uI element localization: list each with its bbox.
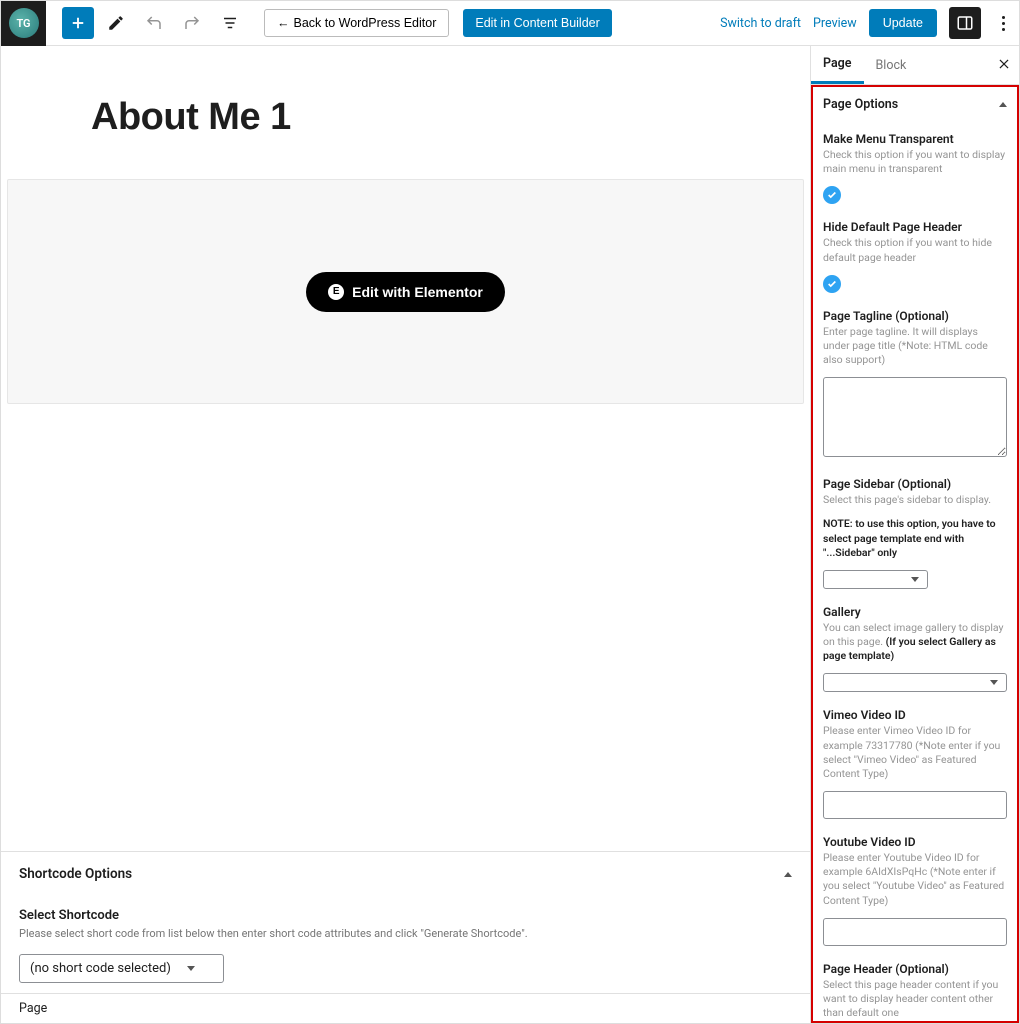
edit-mode-button[interactable] (100, 7, 132, 39)
page-sidebar-title: Page Sidebar (Optional) (823, 477, 1007, 491)
plus-icon (69, 14, 87, 32)
gallery-select[interactable] (823, 673, 1007, 692)
switch-to-draft-link[interactable]: Switch to draft (720, 16, 801, 31)
hide-header-desc: Check this option if you want to hide de… (823, 236, 1007, 264)
sidebar-icon (956, 14, 974, 32)
undo-icon (145, 14, 163, 32)
preview-link[interactable]: Preview (813, 16, 857, 31)
close-sidebar-button[interactable] (997, 56, 1011, 75)
opt-hide-header: Hide Default Page Header Check this opti… (813, 210, 1017, 298)
make-transparent-title: Make Menu Transparent (823, 132, 1007, 146)
check-icon (827, 279, 837, 289)
opt-tagline: Page Tagline (Optional) Enter page tagli… (813, 299, 1017, 468)
redo-icon (183, 14, 201, 32)
page-options-section: Page Options Make Menu Transparent Check… (811, 85, 1019, 1023)
arrow-left-icon: ← (277, 16, 290, 30)
add-block-button[interactable] (62, 7, 94, 39)
chevron-down-icon (187, 966, 195, 971)
site-logo[interactable]: TG (1, 1, 46, 46)
back-label: Back to WordPress Editor (294, 16, 437, 30)
tab-page[interactable]: Page (811, 46, 864, 84)
settings-panel-toggle[interactable] (949, 7, 981, 39)
page-options-header[interactable]: Page Options (813, 87, 1017, 122)
select-shortcode-desc: Please select short code from list below… (19, 927, 792, 940)
outline-icon (221, 14, 239, 32)
logo-icon: TG (9, 8, 39, 38)
page-sidebar-note: NOTE: to use this option, you have to se… (823, 517, 1007, 560)
content-builder-button[interactable]: Edit in Content Builder (463, 9, 611, 37)
shortcode-options-panel: Shortcode Options Select Shortcode Pleas… (1, 851, 810, 993)
tagline-title: Page Tagline (Optional) (823, 309, 1007, 323)
page-header-title: Page Header (Optional) (823, 962, 1007, 976)
shortcode-panel-title: Shortcode Options (19, 866, 132, 882)
elementor-icon: E (328, 284, 344, 300)
topbar: TG ← Back to WordPress Editor Edit in Co… (1, 1, 1019, 46)
close-icon (997, 57, 1011, 71)
settings-sidebar: Page Block Page Options Make Menu Transp… (810, 46, 1019, 1023)
page-sidebar-select[interactable] (823, 570, 928, 589)
elementor-placeholder: E Edit with Elementor (7, 179, 804, 404)
gallery-desc: You can select image gallery to display … (823, 621, 1007, 664)
canvas-body: About Me 1 E Edit with Elementor (1, 46, 810, 851)
shortcode-select[interactable]: (no short code selected) (19, 954, 224, 983)
tagline-desc: Enter page tagline. It will displays und… (823, 325, 1007, 368)
page-title[interactable]: About Me 1 (91, 96, 810, 139)
hide-header-checkbox[interactable] (823, 275, 841, 293)
sidebar-tabs: Page Block (811, 46, 1019, 85)
opt-page-sidebar: Page Sidebar (Optional) Select this page… (813, 467, 1017, 595)
app-root: TG ← Back to WordPress Editor Edit in Co… (0, 0, 1020, 1024)
opt-gallery: Gallery You can select image gallery to … (813, 595, 1017, 699)
shortcode-panel-header[interactable]: Shortcode Options (19, 866, 792, 882)
editor-canvas: About Me 1 E Edit with Elementor Shortco… (1, 46, 810, 1023)
undo-button[interactable] (138, 7, 170, 39)
chevron-down-icon (990, 680, 998, 685)
make-transparent-checkbox[interactable] (823, 186, 841, 204)
page-options-title: Page Options (823, 97, 898, 112)
vimeo-desc: Please enter Vimeo Video ID for example … (823, 724, 1007, 781)
breadcrumb-footer[interactable]: Page (1, 993, 810, 1023)
vimeo-input[interactable] (823, 791, 1007, 819)
youtube-input[interactable] (823, 918, 1007, 946)
tab-block[interactable]: Block (864, 48, 919, 83)
update-button[interactable]: Update (869, 9, 937, 37)
chevron-down-icon (911, 577, 919, 582)
more-options-button[interactable] (993, 16, 1013, 31)
chevron-up-icon (999, 102, 1007, 107)
tagline-textarea[interactable] (823, 377, 1007, 457)
make-transparent-desc: Check this option if you want to display… (823, 148, 1007, 176)
back-to-wp-button[interactable]: ← Back to WordPress Editor (264, 9, 449, 37)
main: About Me 1 E Edit with Elementor Shortco… (1, 46, 1019, 1023)
redo-button[interactable] (176, 7, 208, 39)
hide-header-title: Hide Default Page Header (823, 220, 1007, 234)
document-outline-button[interactable] (214, 7, 246, 39)
page-sidebar-desc: Select this page's sidebar to display. (823, 493, 1007, 507)
pencil-icon (107, 14, 125, 32)
elementor-label: Edit with Elementor (352, 284, 483, 300)
opt-page-header: Page Header (Optional) Select this page … (813, 952, 1017, 1023)
chevron-up-icon (784, 872, 792, 877)
topbar-right: Switch to draft Preview Update (720, 7, 1013, 39)
page-header-desc: Select this page header content if you w… (823, 978, 1007, 1021)
topbar-left: TG ← Back to WordPress Editor Edit in Co… (1, 1, 612, 46)
vimeo-title: Vimeo Video ID (823, 708, 1007, 722)
shortcode-select-value: (no short code selected) (30, 961, 171, 976)
select-shortcode-label: Select Shortcode (19, 908, 792, 923)
opt-youtube: Youtube Video ID Please enter Youtube Vi… (813, 825, 1017, 952)
edit-with-elementor-button[interactable]: E Edit with Elementor (306, 272, 505, 312)
youtube-desc: Please enter Youtube Video ID for exampl… (823, 851, 1007, 908)
youtube-title: Youtube Video ID (823, 835, 1007, 849)
opt-make-transparent: Make Menu Transparent Check this option … (813, 122, 1017, 210)
gallery-title: Gallery (823, 605, 1007, 619)
check-icon (827, 190, 837, 200)
opt-vimeo: Vimeo Video ID Please enter Vimeo Video … (813, 698, 1017, 825)
